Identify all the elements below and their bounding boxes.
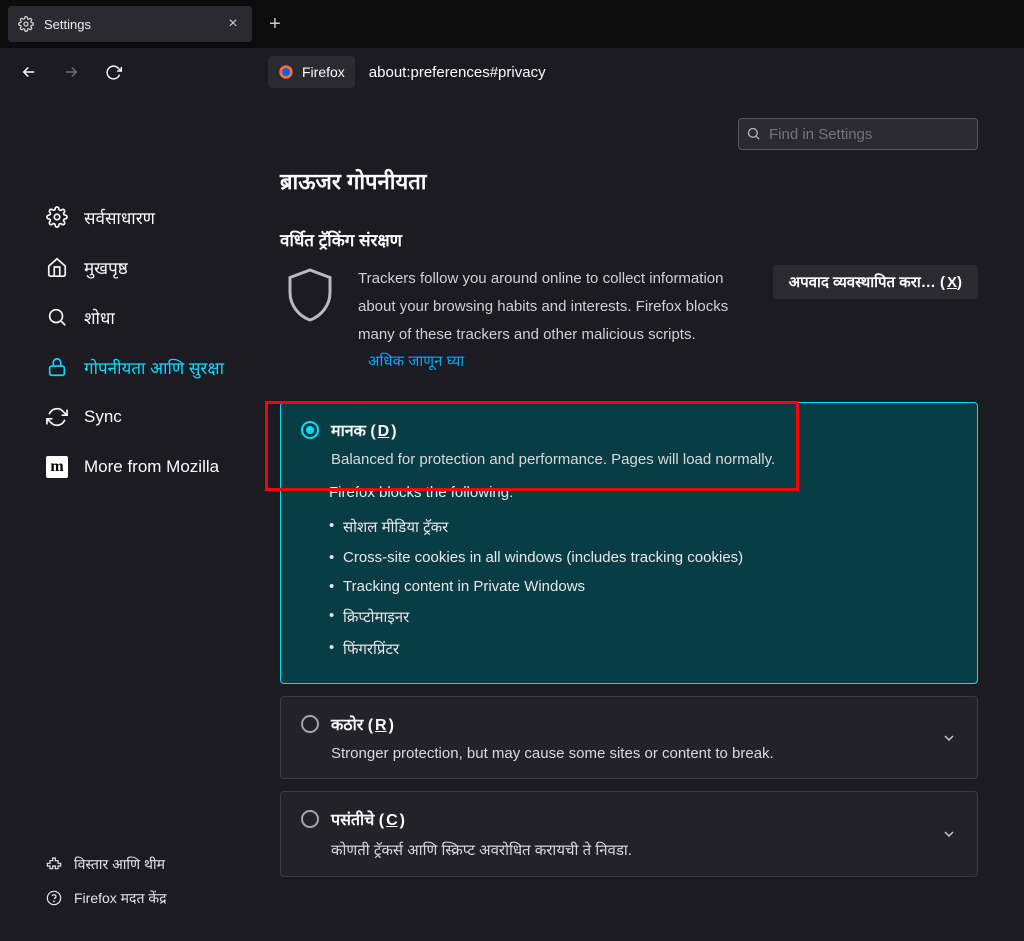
learn-more-link[interactable]: अधिक जाणून घ्या bbox=[368, 353, 464, 370]
shield-icon bbox=[280, 265, 340, 325]
gear-icon bbox=[18, 16, 34, 32]
category-home[interactable]: मुखपृष्ठ bbox=[46, 242, 280, 292]
standard-body: Firefox blocks the following: सोशल मीडिय… bbox=[281, 484, 977, 683]
category-privacy[interactable]: गोपनीयता आणि सुरक्षा bbox=[46, 342, 280, 392]
search-icon bbox=[46, 306, 68, 328]
category-more-mozilla[interactable]: m More from Mozilla bbox=[46, 442, 280, 492]
category-general[interactable]: सर्वसाधारण bbox=[46, 192, 280, 242]
main-pane: ब्राऊजर गोपनीयता वर्धित ट्रॅकिंग संरक्षण… bbox=[280, 96, 1024, 941]
mozilla-icon: m bbox=[46, 456, 68, 478]
category-search[interactable]: शोधा bbox=[46, 292, 280, 342]
strict-title: कठोर (R) bbox=[331, 713, 929, 735]
protection-standard-option[interactable]: मानक (D) Balanced for protection and per… bbox=[281, 403, 977, 484]
identity-chip[interactable]: Firefox bbox=[268, 56, 355, 88]
block-item: Tracking content in Private Windows bbox=[329, 572, 957, 601]
categories-sidebar: सर्वसाधारण मुखपृष्ठ शोधा गोपनीयता आणि सु… bbox=[0, 96, 280, 941]
addons-label: विस्तार आणि थीम bbox=[74, 855, 165, 874]
home-icon bbox=[46, 256, 68, 278]
custom-title: पसंतीचे (C) bbox=[331, 808, 929, 830]
help-icon bbox=[46, 890, 62, 906]
block-item: सोशल मीडिया ट्रॅकर bbox=[329, 511, 957, 543]
radio-strict[interactable] bbox=[301, 715, 319, 733]
category-label: More from Mozilla bbox=[84, 457, 219, 477]
category-label: शोधा bbox=[84, 306, 115, 329]
protection-standard-panel: मानक (D) Balanced for protection and per… bbox=[280, 402, 978, 684]
gear-icon bbox=[46, 206, 68, 228]
sync-icon bbox=[46, 406, 68, 428]
reload-button[interactable] bbox=[96, 55, 130, 89]
support-label: Firefox मदत केंद्र bbox=[74, 889, 167, 908]
back-button[interactable] bbox=[12, 55, 46, 89]
support-link[interactable]: Firefox मदत केंद्र bbox=[46, 881, 280, 915]
chevron-down-icon bbox=[941, 826, 957, 842]
tab-strip: Settings × + bbox=[0, 0, 1024, 48]
protection-strict-panel: कठोर (R) Stronger protection, but may ca… bbox=[280, 696, 978, 779]
strict-desc: Stronger protection, but may cause some … bbox=[331, 745, 929, 762]
manage-exceptions-button[interactable]: अपवाद व्यवस्थापित करा… (X) bbox=[773, 265, 978, 299]
block-item: Cross-site cookies in all windows (inclu… bbox=[329, 543, 957, 572]
close-tab-icon[interactable]: × bbox=[224, 15, 242, 33]
protection-custom-panel: पसंतीचे (C) कोणती ट्रॅकर्स आणि स्क्रिप्ट… bbox=[280, 791, 978, 877]
preferences-content: सर्वसाधारण मुखपृष्ठ शोधा गोपनीयता आणि सु… bbox=[0, 96, 1024, 941]
category-label: सर्वसाधारण bbox=[84, 206, 155, 229]
radio-standard[interactable] bbox=[301, 421, 319, 439]
protection-strict-option[interactable]: कठोर (R) Stronger protection, but may ca… bbox=[281, 697, 977, 778]
firefox-icon bbox=[278, 64, 294, 80]
category-label: Sync bbox=[84, 407, 122, 427]
page-title: ब्राऊजर गोपनीयता bbox=[280, 166, 978, 196]
identity-label: Firefox bbox=[302, 64, 345, 80]
chevron-down-icon bbox=[941, 730, 957, 746]
browser-tab[interactable]: Settings × bbox=[8, 6, 252, 42]
protection-custom-option[interactable]: पसंतीचे (C) कोणती ट्रॅकर्स आणि स्क्रिप्ट… bbox=[281, 792, 977, 876]
block-item: फिंगरप्रिंटर bbox=[329, 633, 957, 665]
custom-desc: कोणती ट्रॅकर्स आणि स्क्रिप्ट अवरोधित करा… bbox=[331, 840, 929, 860]
url-text[interactable]: about:preferences#privacy bbox=[369, 64, 546, 81]
blocks-heading: Firefox blocks the following: bbox=[329, 484, 957, 501]
standard-title: मानक (D) bbox=[331, 419, 957, 441]
category-sync[interactable]: Sync bbox=[46, 392, 280, 442]
category-label: मुखपृष्ठ bbox=[84, 256, 128, 279]
section-heading: वर्धित ट्रॅकिंग संरक्षण bbox=[280, 228, 978, 251]
addons-link[interactable]: विस्तार आणि थीम bbox=[46, 847, 280, 881]
block-item: क्रिप्टोमाइनर bbox=[329, 601, 957, 633]
nav-toolbar: Firefox about:preferences#privacy bbox=[0, 48, 1024, 96]
standard-desc: Balanced for protection and performance.… bbox=[331, 451, 957, 468]
lock-icon bbox=[46, 356, 68, 378]
radio-custom[interactable] bbox=[301, 810, 319, 828]
category-label: गोपनीयता आणि सुरक्षा bbox=[84, 356, 224, 379]
intro-text: Trackers follow you around online to col… bbox=[358, 265, 755, 376]
tab-title: Settings bbox=[44, 17, 214, 32]
forward-button[interactable] bbox=[54, 55, 88, 89]
new-tab-button[interactable]: + bbox=[260, 13, 290, 36]
puzzle-icon bbox=[46, 856, 62, 872]
